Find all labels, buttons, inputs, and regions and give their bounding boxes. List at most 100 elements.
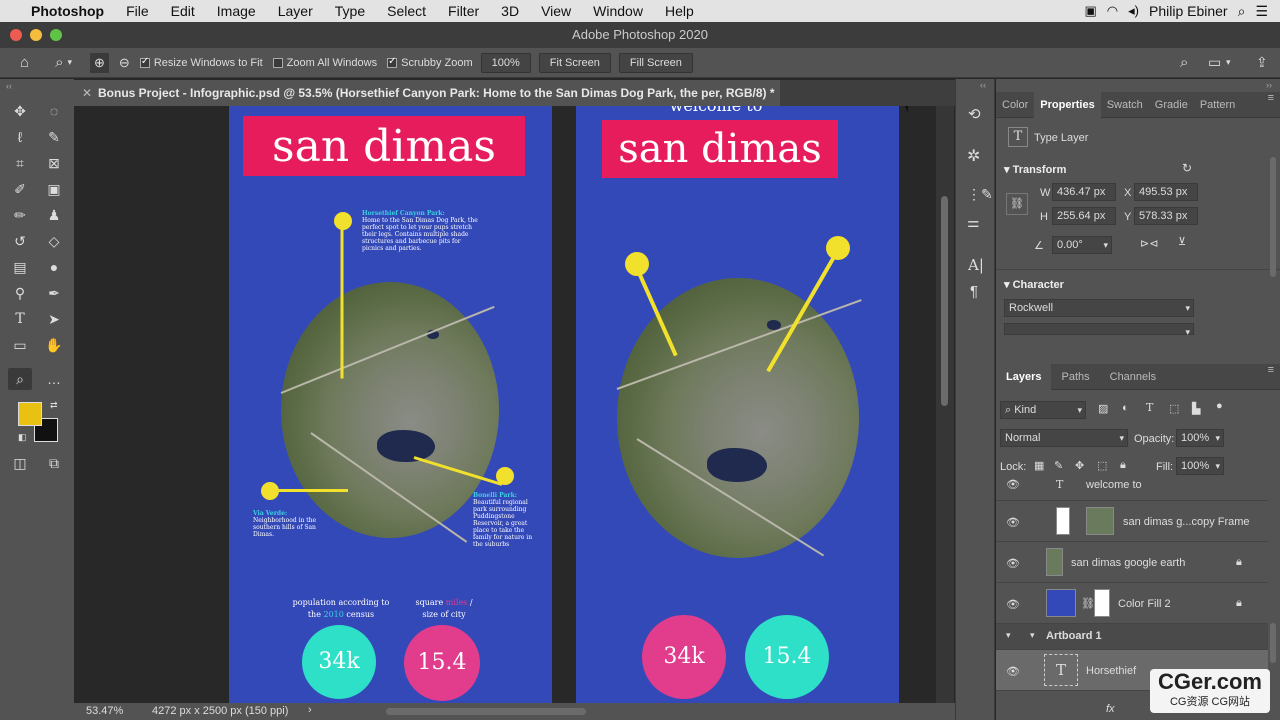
menu-3d[interactable]: 3D [490,3,530,19]
tab-pattern[interactable]: Pattern [1194,92,1241,118]
width-field[interactable]: 436.47 px [1052,183,1116,201]
chevron-down-icon[interactable]: ▾ [1103,237,1108,253]
layer-name[interactable]: Horsethief [1086,665,1136,677]
layers-scrollbar[interactable] [1270,623,1276,663]
chevron-down-icon[interactable]: ▾ [1215,458,1220,474]
fit-screen-button[interactable]: Fit Screen [538,52,611,73]
link-dimensions-icon[interactable]: ⛓ [1006,193,1028,215]
menu-type[interactable]: Type [324,3,376,19]
fill-field[interactable]: 100% ▾ [1176,457,1224,475]
brush-settings-icon[interactable]: ⋮✎ [967,186,993,203]
layer-filter-kind[interactable]: ⌕ Kind ▾ [1000,401,1086,419]
zoom-level[interactable]: 53.47% [86,705,123,717]
font-family-select[interactable]: Rockwell ▾ [1004,299,1194,317]
angle-field[interactable]: 0.00° ▾ [1052,236,1112,254]
home-icon[interactable]: ⌂ [20,54,29,71]
lasso-tool-icon[interactable]: ℓ [8,126,32,148]
visibility-eye-icon[interactable]: 👁︎ [1006,478,1020,491]
gradient-tool-icon[interactable]: ▤ [8,256,32,278]
history-brush-tool-icon[interactable]: ↺ [8,230,32,252]
marquee-tool-icon[interactable]: ◌ [42,100,66,122]
x-field[interactable]: 495.53 px [1134,183,1198,201]
filter-adjustment-icon[interactable]: ◐ [1122,402,1129,414]
visibility-eye-icon[interactable]: 👁︎ [1006,516,1020,529]
spotlight-search-icon[interactable]: ⌕ [1238,3,1246,20]
frame-tool-icon[interactable]: ⊠ [42,152,66,174]
menu-window[interactable]: Window [582,3,654,19]
brush-tool-icon[interactable]: ✏ [8,204,32,226]
layer-row[interactable]: 👁︎ ⛓ Color Fill 2 🔒︎ [996,583,1268,624]
horizontal-scrollbar[interactable] [386,708,586,715]
menu-layer[interactable]: Layer [267,3,324,19]
menu-help[interactable]: Help [654,3,705,19]
panel-scrollbar[interactable] [1270,157,1276,277]
zoom-tool-icon[interactable]: ⌕ [55,54,63,71]
menu-view[interactable]: View [530,3,582,19]
blend-mode-select[interactable]: Normal ▾ [1000,429,1128,447]
lock-all-icon[interactable]: 🔒︎ [1120,459,1126,472]
screen-mode-icon[interactable]: ⧉ [42,452,66,474]
dodge-tool-icon[interactable]: ⚲ [8,282,32,304]
chevron-down-icon[interactable]: ▾ [1215,430,1220,446]
lock-transparent-icon[interactable]: ▦ [1034,459,1044,472]
hand-tool-icon[interactable]: ✋ [42,334,66,356]
collapse-arrows-icon[interactable]: ‹‹ [980,80,986,90]
lock-pixels-icon[interactable]: ✎ [1054,459,1063,472]
chevron-down-icon[interactable]: ▾ [1226,57,1231,68]
layer-name[interactable]: welcome to [1086,479,1142,491]
crop-tool-icon[interactable]: ⌗ [8,152,32,174]
rectangle-tool-icon[interactable]: ▭ [8,334,32,356]
tab-color[interactable]: Color [996,92,1034,118]
font-style-select[interactable]: ▾ [1004,323,1194,337]
filter-toggle-icon[interactable]: ● [1216,400,1223,412]
foreground-color-swatch[interactable] [18,402,42,426]
lock-artboard-icon[interactable]: ⬚ [1097,459,1107,472]
eraser-tool-icon[interactable]: ◇ [42,230,66,252]
tab-swatch[interactable]: Swatch [1101,92,1149,118]
zoom-out-icon[interactable]: ⊖ [119,55,130,71]
opacity-field[interactable]: 100% ▾ [1176,429,1224,447]
document-canvas[interactable]: san dimas Horsethief Canyon Park: Home t… [74,106,936,703]
artboard-right[interactable]: welcome to san dimas 34k 15.4 [576,106,899,703]
tab-properties[interactable]: Properties [1034,91,1101,118]
height-field[interactable]: 255.64 px [1052,207,1116,225]
chevron-down-icon[interactable]: ▾ [1077,402,1082,418]
search-icon[interactable]: ⌕ [1180,54,1188,71]
zoom-value-field[interactable]: 100% [480,52,531,73]
collapse-arrows-icon[interactable]: ›› [1266,80,1272,90]
chevron-down-icon[interactable]: ▾ [1030,630,1035,641]
y-field[interactable]: 578.33 px [1134,207,1198,225]
lock-position-icon[interactable]: ✥ [1075,459,1084,472]
panel-menu-icon[interactable]: ≡ [1268,364,1274,376]
visibility-eye-icon[interactable]: 👁︎ [1006,557,1020,570]
flip-vertical-icon[interactable]: ⊻ [1178,235,1186,248]
wifi-icon[interactable]: ◠ [1107,3,1118,19]
zoom-tool-icon[interactable]: ⌕ [8,368,32,390]
navigator-panel-icon[interactable]: ✲ [967,146,980,166]
blur-tool-icon[interactable]: ● [42,256,66,278]
close-window-button[interactable] [10,29,22,41]
character-panel-icon[interactable]: A| [968,256,984,274]
artboard-name[interactable]: Artboard 1 [1046,630,1102,642]
vertical-scrollbar[interactable] [936,106,954,703]
default-colors-icon[interactable]: ◧ [18,432,27,443]
menu-select[interactable]: Select [376,3,437,19]
patch-tool-icon[interactable]: ▣ [42,178,66,200]
character-section[interactable]: ▾ Character [1004,278,1064,291]
reset-transform-icon[interactable]: ↻ [1182,161,1192,175]
transform-section[interactable]: ▾ Transform [1004,163,1066,176]
chevron-down-icon[interactable]: ▾ [1185,324,1190,340]
menu-edit[interactable]: Edit [160,3,206,19]
menu-file[interactable]: File [115,3,160,19]
adjustments-icon[interactable]: ⚌ [967,214,980,231]
workspace-icon[interactable]: ▭ [1208,54,1221,71]
tab-gradient[interactable]: Gradie [1149,92,1194,118]
panel-menu-icon[interactable]: ≡ [1268,92,1274,104]
layer-name[interactable]: Color Fill 2 [1118,598,1171,610]
collapse-arrows-icon[interactable]: ‹‹ [6,81,12,91]
filter-smart-object-icon[interactable]: ▙ [1192,402,1200,415]
move-tool-icon[interactable]: ✥ [8,100,32,122]
quick-select-tool-icon[interactable]: ✎ [42,126,66,148]
artboard-group-row[interactable]: ▾ ▾ Artboard 1 [996,624,1268,650]
artboard-left[interactable]: san dimas Horsethief Canyon Park: Home t… [229,106,552,703]
